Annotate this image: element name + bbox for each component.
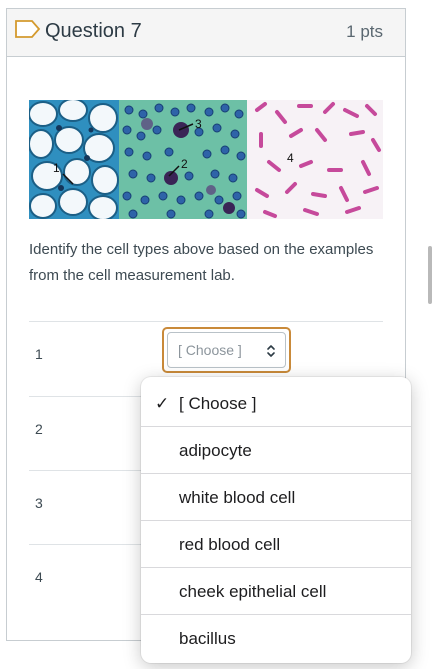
option-label: bacillus: [179, 629, 236, 648]
option-cheek-epithelial-cell[interactable]: cheek epithelial cell: [141, 568, 411, 615]
option-white-blood-cell[interactable]: white blood cell: [141, 474, 411, 521]
question-points: 1 pts: [346, 22, 383, 41]
row-number-1: 1: [35, 346, 43, 362]
question-prompt: Identify the cell types above based on t…: [29, 241, 374, 284]
image-label-4: 4: [287, 151, 294, 165]
option-choose[interactable]: ✓ [ Choose ]: [141, 380, 411, 427]
select-value: [ Choose ]: [178, 342, 242, 358]
select-options-dropdown: ✓ [ Choose ] adipocyte white blood cell …: [141, 377, 411, 663]
cell-types-image: 1 3 2 4: [29, 100, 383, 219]
option-label: white blood cell: [179, 488, 296, 507]
row-number-4: 4: [35, 569, 43, 585]
adipocyte-panel: 1: [29, 100, 119, 219]
option-bacillus[interactable]: bacillus: [141, 615, 411, 662]
image-label-1: 1: [53, 161, 60, 175]
row-number-3: 3: [35, 495, 43, 511]
option-label: cheek epithelial cell: [179, 582, 327, 601]
option-label: [ Choose ]: [179, 394, 257, 413]
select-chevron-icon: [267, 345, 275, 357]
option-adipocyte[interactable]: adipocyte: [141, 427, 411, 474]
page-scrollbar[interactable]: [428, 246, 432, 304]
checkmark-icon: ✓: [155, 394, 170, 413]
option-red-blood-cell[interactable]: red blood cell: [141, 521, 411, 568]
image-label-3: 3: [195, 117, 202, 131]
bookmark-flag-icon[interactable]: [15, 20, 41, 38]
row-number-2: 2: [35, 421, 43, 437]
blood-smear-panel: 3 2: [119, 100, 247, 219]
option-label: red blood cell: [179, 535, 281, 554]
row-divider: [29, 321, 383, 322]
question-header: Question 7 1 pts: [7, 9, 405, 57]
image-label-2: 2: [181, 157, 188, 171]
option-label: adipocyte: [179, 441, 252, 460]
bacillus-panel: 4: [247, 100, 383, 219]
question-title: Question 7: [45, 20, 142, 42]
answer-select-1[interactable]: [ Choose ]: [167, 332, 286, 368]
